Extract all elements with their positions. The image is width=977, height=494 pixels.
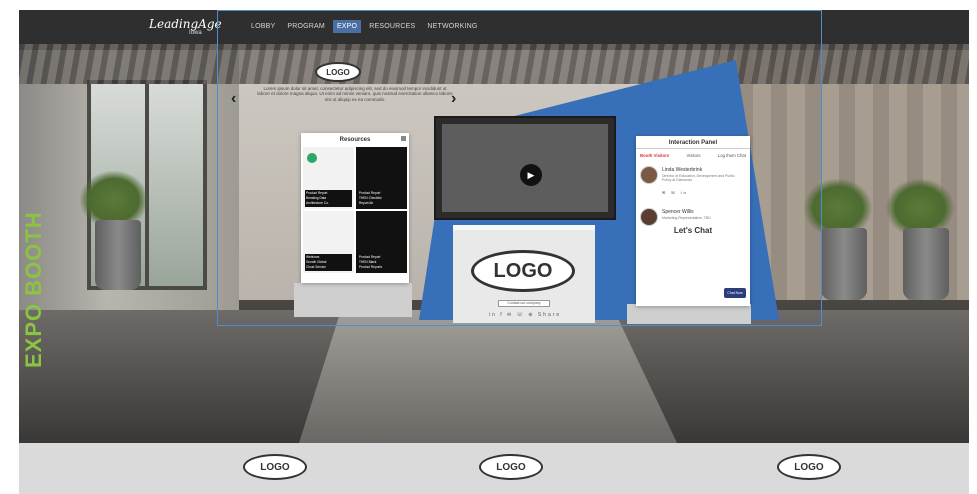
booth-top-logo[interactable]: LOGO — [315, 62, 361, 82]
plant-pot — [821, 228, 867, 300]
brand-subtitle: Iowa — [189, 30, 202, 36]
social-links[interactable]: in f ✉ ☏ ⊕ Share — [489, 312, 561, 318]
plant-pot — [95, 220, 141, 290]
resource-card[interactable]: Product Report THEN Checklist Report Ab — [356, 147, 407, 209]
video-screen[interactable]: ▶ — [434, 116, 616, 220]
staff-name: Linda Westerbrink — [662, 167, 703, 173]
interaction-tabs: Booth Visitors Visitors Log them Chat — [636, 149, 750, 162]
sponsor-logo[interactable]: LOGO — [243, 454, 307, 480]
resource-thumb-icon — [307, 153, 317, 163]
booth-counter: LOGO Contact our company in f ✉ ☏ ⊕ Shar… — [453, 225, 595, 323]
carousel-next-arrow[interactable]: › — [451, 90, 456, 108]
sponsor-logo[interactable]: LOGO — [479, 454, 543, 480]
avatar — [640, 166, 658, 184]
booth-description: Lorem ipsum dolor sit amet, consectetur … — [257, 86, 453, 102]
sponsor-logo[interactable]: LOGO — [777, 454, 841, 480]
tab-log-chat[interactable]: Log them Chat — [718, 153, 746, 158]
resource-caption: Webinars Growth Global Cloud Service — [305, 254, 352, 271]
contact-icons[interactable]: ✉ ☏ in — [662, 190, 688, 195]
tab-visitors[interactable]: Visitors — [687, 153, 701, 158]
chat-now-button[interactable]: Chat Now — [724, 288, 746, 298]
resources-title: Resources — [339, 137, 371, 143]
staff-member[interactable]: Spencer Willis Marketing Representative,… — [640, 206, 746, 228]
expo-booth-text: EXPO BOOTH — [21, 211, 46, 368]
resource-card[interactable]: Webinars Growth Global Cloud Service — [303, 211, 354, 273]
play-icon[interactable]: ▶ — [520, 164, 542, 186]
resources-grid: Product Report Breaking Data Architectur… — [301, 147, 409, 273]
avatar — [640, 208, 658, 226]
close-icon[interactable] — [401, 136, 406, 141]
expo-booth-label: EXPO BOOTH — [19, 150, 49, 370]
carousel-prev-arrow[interactable]: ‹ — [231, 90, 236, 108]
staff-role: Marketing Representative, TBD — [662, 216, 711, 220]
sponsor-footer: LOGO LOGO LOGO — [19, 443, 969, 494]
staff-name: Spencer Willis — [662, 209, 694, 215]
resource-card[interactable]: Product Report Breaking Data Architectur… — [303, 147, 354, 209]
video-placeholder: ▶ — [442, 124, 608, 212]
expo-hall-scene: LeadingAge Iowa LOBBY PROGRAM EXPO RESOU… — [19, 10, 969, 443]
booth-counter-logo[interactable]: LOGO — [471, 250, 575, 292]
resource-card[interactable]: Product Report THEN Black Product Report… — [356, 211, 407, 273]
plant-pot — [903, 228, 949, 300]
staff-role: Director of Education, Development and P… — [662, 174, 735, 183]
resource-caption: Product Report Breaking Data Architectur… — [305, 190, 352, 207]
staff-member[interactable]: Linda Westerbrink Director of Education,… — [640, 164, 746, 204]
resources-panel: Resources Product Report Breaking Data A… — [301, 133, 409, 283]
brand-logo[interactable]: LeadingAge — [149, 17, 222, 31]
resource-caption: Product Report THEN Checklist Report Ab — [358, 190, 405, 207]
interaction-panel: Interaction Panel Booth Visitors Visitor… — [636, 136, 750, 306]
interaction-panel-title: Interaction Panel — [636, 136, 750, 149]
resource-caption: Product Report THEN Black Product Report… — [358, 254, 405, 271]
tab-booth-visitors[interactable]: Booth Visitors — [640, 153, 669, 158]
contact-company-button[interactable]: Contact our company — [498, 300, 550, 307]
